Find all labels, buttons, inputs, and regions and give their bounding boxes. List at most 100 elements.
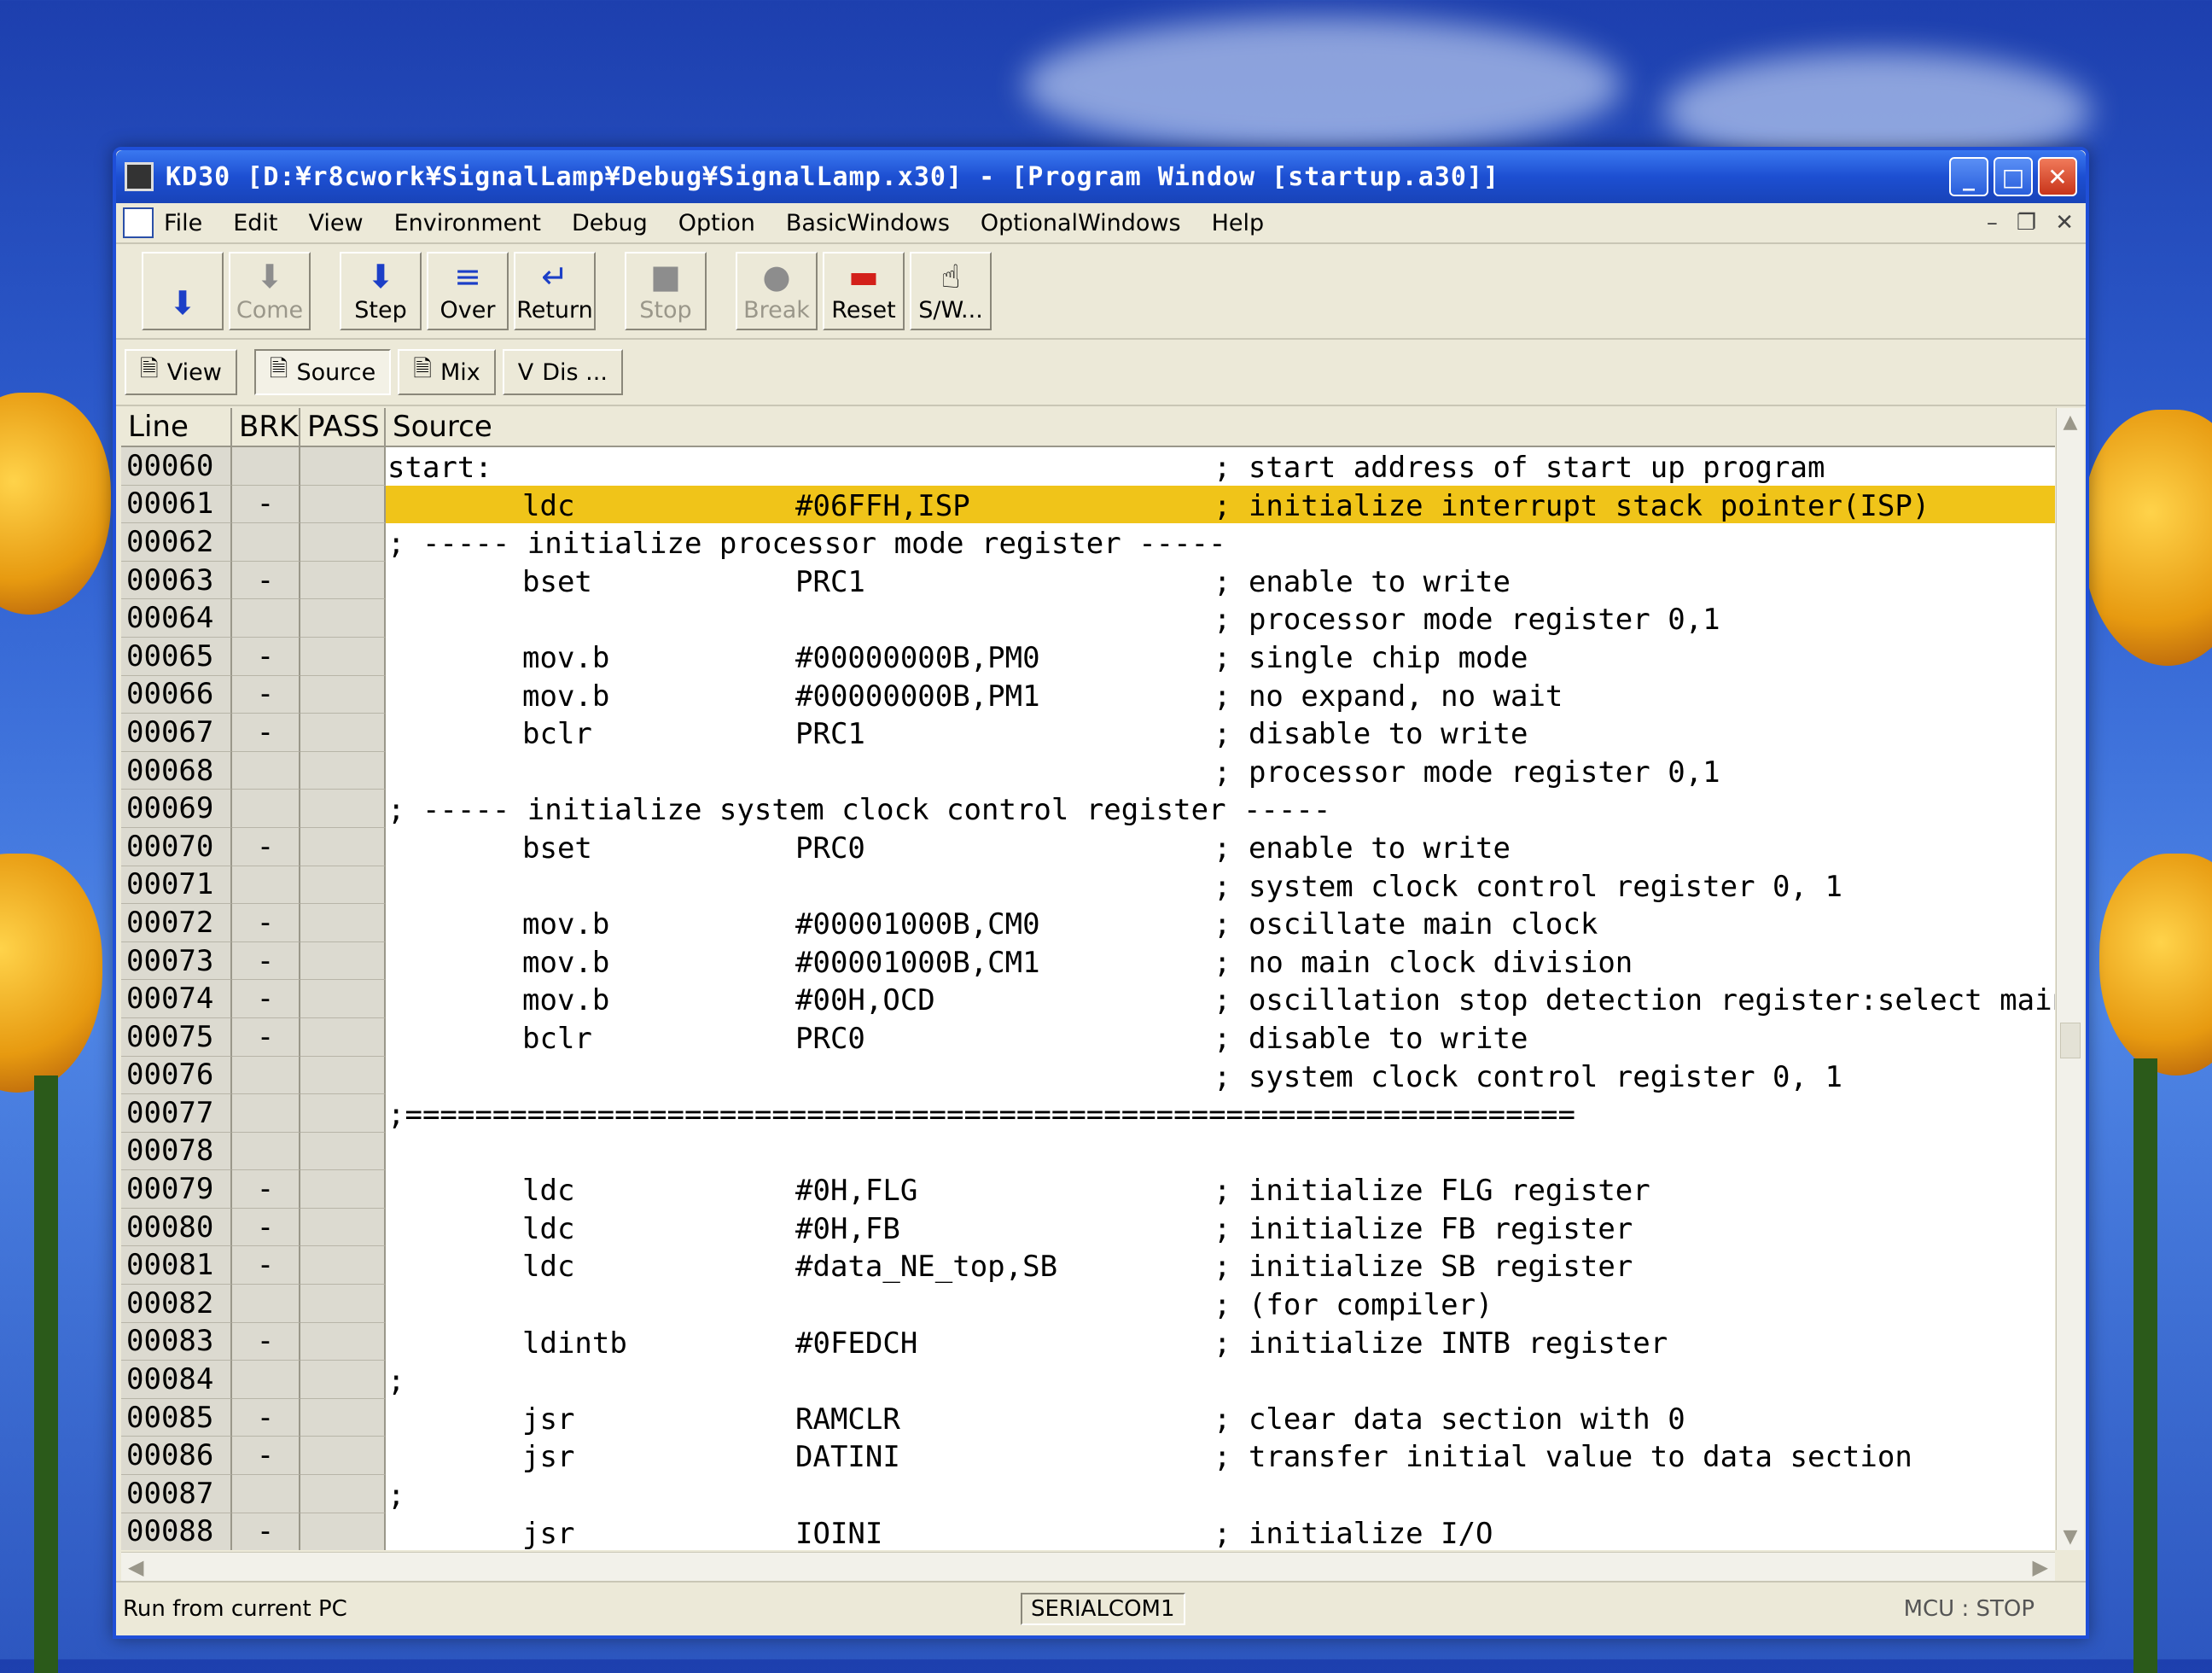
header-brk[interactable]: BRK xyxy=(232,408,300,446)
source-row[interactable]: 00076 ; system clock control register 0, … xyxy=(121,1056,2055,1095)
brk-cell[interactable]: - xyxy=(232,1322,300,1361)
brk-cell[interactable] xyxy=(232,751,300,790)
source-row[interactable]: 00060 start: ; start address of start up p… xyxy=(121,447,2055,486)
pass-cell[interactable] xyxy=(300,1437,386,1476)
source-row[interactable]: 00085- jsr RAMCLR ; clear data section with… xyxy=(121,1398,2055,1437)
menu-basicwindows[interactable]: BasicWindows xyxy=(786,210,950,236)
source-row[interactable]: 00078 xyxy=(121,1132,2055,1171)
mdi-close-icon[interactable]: ✕ xyxy=(2055,210,2074,236)
pass-cell[interactable] xyxy=(300,1132,386,1171)
source-row[interactable]: 00070- bset PRC0 ; enable to write xyxy=(121,827,2055,866)
brk-cell[interactable] xyxy=(232,599,300,638)
source-row[interactable]: 00064 ; processor mode register 0,1 xyxy=(121,599,2055,638)
brk-cell[interactable]: - xyxy=(232,904,300,942)
view-button[interactable]: 🗎 View xyxy=(125,349,237,395)
brk-cell[interactable]: - xyxy=(232,1208,300,1247)
brk-cell[interactable] xyxy=(232,866,300,905)
pass-cell[interactable] xyxy=(300,1170,386,1209)
pass-cell[interactable] xyxy=(300,485,386,524)
pass-cell[interactable] xyxy=(300,1475,386,1513)
pass-cell[interactable] xyxy=(300,866,386,905)
pass-cell[interactable] xyxy=(300,941,386,981)
pass-cell[interactable] xyxy=(300,980,386,1018)
brk-cell[interactable]: - xyxy=(232,675,300,714)
source-mode-button[interactable]: 🗎 Source xyxy=(253,349,392,395)
menu-option[interactable]: Option xyxy=(678,210,755,236)
source-row[interactable]: 00067- bclr PRC1 ; disable to write xyxy=(121,714,2055,752)
break-button[interactable]: ● Break xyxy=(736,252,818,330)
source-row[interactable]: 00075- bclr PRC0 ; disable to write xyxy=(121,1017,2055,1057)
pass-cell[interactable] xyxy=(300,1094,386,1133)
close-button[interactable]: ✕ xyxy=(2038,157,2077,196)
pass-cell[interactable] xyxy=(300,675,386,714)
brk-cell[interactable]: - xyxy=(232,714,300,752)
brk-cell[interactable] xyxy=(232,1475,300,1513)
brk-cell[interactable]: - xyxy=(232,1170,300,1209)
source-row[interactable]: 00086- jsr DATINI ; transfer initial value … xyxy=(121,1437,2055,1476)
return-button[interactable]: ↵ Return xyxy=(514,252,596,330)
brk-cell[interactable]: - xyxy=(232,637,300,676)
pass-cell[interactable] xyxy=(300,751,386,790)
pass-cell[interactable] xyxy=(300,637,386,676)
brk-cell[interactable]: - xyxy=(232,980,300,1018)
pass-cell[interactable] xyxy=(300,1322,386,1361)
brk-cell[interactable] xyxy=(232,1132,300,1171)
disasm-mode-button[interactable]: V Dis ... xyxy=(502,349,623,395)
header-line[interactable]: Line xyxy=(121,408,232,446)
mix-mode-button[interactable]: 🗎 Mix xyxy=(398,349,496,395)
pass-cell[interactable] xyxy=(300,827,386,866)
source-row[interactable]: 00066- mov.b #00000000B,PM1 ; no expand, no… xyxy=(121,675,2055,714)
menu-edit[interactable]: Edit xyxy=(233,210,277,236)
source-row[interactable]: 00069 ; ----- initialize system clock con… xyxy=(121,790,2055,828)
brk-cell[interactable] xyxy=(232,1094,300,1133)
brk-cell[interactable]: - xyxy=(232,1437,300,1476)
header-source[interactable]: Source xyxy=(386,408,2055,446)
pass-cell[interactable] xyxy=(300,561,386,600)
pass-cell[interactable] xyxy=(300,1398,386,1437)
brk-cell[interactable] xyxy=(232,1056,300,1095)
horizontal-scrollbar[interactable]: ◀ ▶ xyxy=(121,1552,2055,1581)
brk-cell[interactable] xyxy=(232,447,300,486)
scroll-thumb[interactable] xyxy=(2060,1023,2081,1058)
vertical-scrollbar[interactable]: ▲ ▼ xyxy=(2056,408,2084,1550)
brk-cell[interactable]: - xyxy=(232,1246,300,1285)
source-row[interactable]: 00084; xyxy=(121,1361,2055,1399)
source-row[interactable]: 00082 ; (for compiler) xyxy=(121,1285,2055,1323)
source-row[interactable]: 00063- bset PRC1 ; enable to write xyxy=(121,561,2055,600)
pass-cell[interactable] xyxy=(300,1017,386,1057)
pass-cell[interactable] xyxy=(300,1513,386,1550)
source-row[interactable]: 00088- jsr IOINI ; initialize I/O xyxy=(121,1513,2055,1550)
scroll-down-icon[interactable]: ▼ xyxy=(2057,1523,2084,1550)
source-row[interactable]: 00068 ; processor mode register 0,1 xyxy=(121,751,2055,790)
source-row[interactable]: 00087; xyxy=(121,1475,2055,1513)
title-bar[interactable]: KD30 [D:¥r8cwork¥SignalLamp¥Debug¥Signal… xyxy=(116,150,2086,203)
menu-view[interactable]: View xyxy=(308,210,363,236)
menu-environment[interactable]: Environment xyxy=(394,210,541,236)
step-button[interactable]: ⬇ Step xyxy=(340,252,422,330)
scroll-right-icon[interactable]: ▶ xyxy=(2033,1555,2048,1579)
source-row[interactable]: 00072- mov.b #00001000B,CM0 ; oscillate mai… xyxy=(121,904,2055,942)
scroll-up-icon[interactable]: ▲ xyxy=(2057,408,2084,435)
source-row[interactable]: 00083- ldintb #0FEDCH ; initialize INTB reg… xyxy=(121,1322,2055,1361)
mdi-minimize-icon[interactable]: – xyxy=(1987,210,1998,236)
menu-help[interactable]: Help xyxy=(1212,210,1265,236)
maximize-button[interactable]: □ xyxy=(1994,157,2033,196)
pass-cell[interactable] xyxy=(300,1285,386,1323)
brk-cell[interactable]: - xyxy=(232,1513,300,1550)
sw-break-button[interactable]: ☝ S/W... xyxy=(910,252,992,330)
mdi-restore-icon[interactable]: ❐ xyxy=(2017,210,2036,236)
brk-cell[interactable]: - xyxy=(232,941,300,981)
source-row[interactable]: 00081- ldc #data_NE_top,SB ; initialize SB … xyxy=(121,1246,2055,1285)
brk-cell[interactable]: - xyxy=(232,485,300,524)
minimize-button[interactable]: _ xyxy=(1949,157,1988,196)
pass-cell[interactable] xyxy=(300,790,386,828)
source-row[interactable]: 00062 ; ----- initialize processor mode r… xyxy=(121,523,2055,562)
brk-cell[interactable] xyxy=(232,1285,300,1323)
source-row[interactable]: 00073- mov.b #00001000B,CM1 ; no main clock… xyxy=(121,941,2055,981)
source-row[interactable]: 00065- mov.b #00000000B,PM0 ; single chip m… xyxy=(121,637,2055,676)
brk-cell[interactable]: - xyxy=(232,561,300,600)
brk-cell[interactable] xyxy=(232,1361,300,1399)
menu-optionalwindows[interactable]: OptionalWindows xyxy=(981,210,1181,236)
menu-debug[interactable]: Debug xyxy=(572,210,648,236)
brk-cell[interactable]: - xyxy=(232,1398,300,1437)
